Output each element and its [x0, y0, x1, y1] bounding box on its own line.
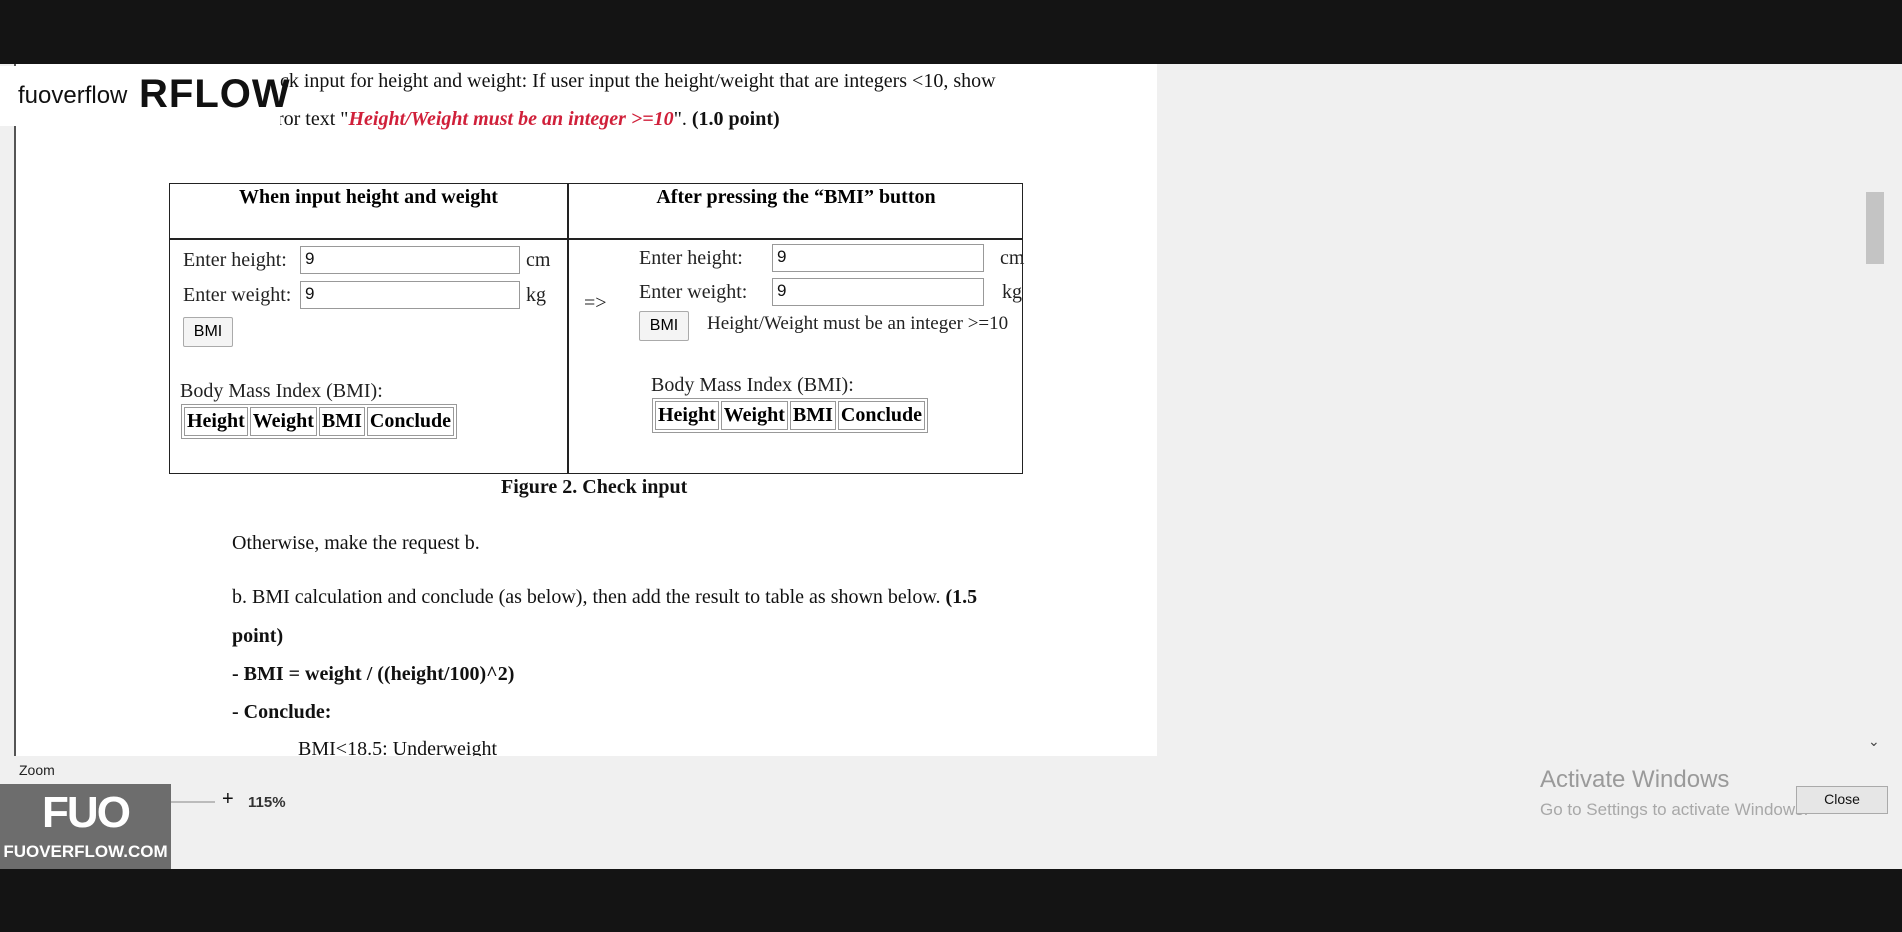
- table-header: Weight: [249, 407, 317, 436]
- doc-underweight: BMI<18.5: Underweight: [298, 738, 498, 756]
- left-result-label: Body Mass Index (BMI):: [180, 380, 383, 402]
- top-letterbox: [0, 0, 1902, 64]
- zoom-label: Zoom: [19, 762, 55, 778]
- watermark-logo: RFLOW: [139, 72, 291, 116]
- close-button[interactable]: Close: [1796, 786, 1888, 814]
- arrow-symbol: =>: [584, 292, 607, 314]
- left-weight-unit: kg: [526, 284, 546, 306]
- table-header: BMI: [318, 407, 365, 436]
- table-header: Weight: [720, 401, 788, 430]
- table-header: Conclude: [366, 407, 455, 436]
- left-height-label: Enter height:: [183, 249, 287, 271]
- col1-header: When input height and weight: [239, 186, 498, 208]
- activate-windows-title: Activate Windows: [1540, 766, 1730, 793]
- left-weight-label: Enter weight:: [183, 284, 292, 306]
- table-header: Height: [655, 401, 719, 430]
- bottom-letterbox: [0, 869, 1902, 932]
- left-bmi-table: Height Weight BMI Conclude: [181, 404, 458, 439]
- left-bmi-button[interactable]: BMI: [183, 317, 233, 347]
- doc-otherwise: Otherwise, make the request b.: [232, 532, 480, 554]
- fuo-watermark-badge: FUO FUOVERFLOW.COM: [0, 784, 171, 869]
- doc-b-line-1: b. BMI calculation and conclude (as belo…: [232, 586, 978, 608]
- right-weight-label: Enter weight:: [639, 281, 748, 303]
- right-error-message: Height/Weight must be an integer >=10: [707, 313, 1009, 334]
- left-height-unit: cm: [526, 249, 551, 271]
- right-height-input[interactable]: 9: [772, 244, 984, 272]
- col2-header: After pressing the “BMI” button: [656, 186, 936, 208]
- doc-line-2: the error text "Height/Weight must be an…: [232, 108, 780, 130]
- right-weight-unit: kg: [1002, 281, 1022, 303]
- figure-caption: Figure 2. Check input: [501, 476, 688, 498]
- left-height-input[interactable]: 9: [300, 246, 520, 274]
- left-weight-input[interactable]: 9: [300, 281, 520, 309]
- activate-windows-subtitle: Go to Settings to activate Windows.: [1540, 800, 1809, 819]
- fuo-url: FUOVERFLOW.COM: [3, 842, 168, 861]
- doc-conclude: - Conclude:: [232, 701, 332, 723]
- right-height-label: Enter height:: [639, 247, 743, 269]
- figure-table: When input height and weight After press…: [169, 183, 1025, 474]
- doc-b-line-2: point): [232, 625, 284, 647]
- right-bmi-table: Height Weight BMI Conclude: [652, 398, 929, 433]
- vertical-scrollbar-thumb[interactable]: [1866, 192, 1884, 264]
- right-height-unit: cm: [1000, 247, 1025, 269]
- error-text-inline: Height/Weight must be an integer >=10: [348, 108, 674, 130]
- right-weight-input[interactable]: 9: [772, 278, 984, 306]
- right-bmi-button[interactable]: BMI: [639, 311, 689, 341]
- scroll-down-icon[interactable]: ⌄: [1868, 734, 1880, 750]
- table-header: BMI: [789, 401, 836, 430]
- watermark-small-text: fuoverflow: [18, 82, 128, 109]
- doc-line-1: ck input for height and weight: If user …: [280, 70, 996, 92]
- right-result-label: Body Mass Index (BMI):: [651, 374, 854, 396]
- zoom-in-button[interactable]: +: [222, 788, 234, 811]
- document-page: ck input for height and weight: If user …: [14, 64, 1157, 756]
- zoom-value: 115%: [248, 794, 286, 811]
- fuo-logo: FUO: [42, 788, 131, 837]
- doc-formula: - BMI = weight / ((height/100)^2): [232, 663, 515, 685]
- table-header: Height: [184, 407, 248, 436]
- table-header: Conclude: [837, 401, 926, 430]
